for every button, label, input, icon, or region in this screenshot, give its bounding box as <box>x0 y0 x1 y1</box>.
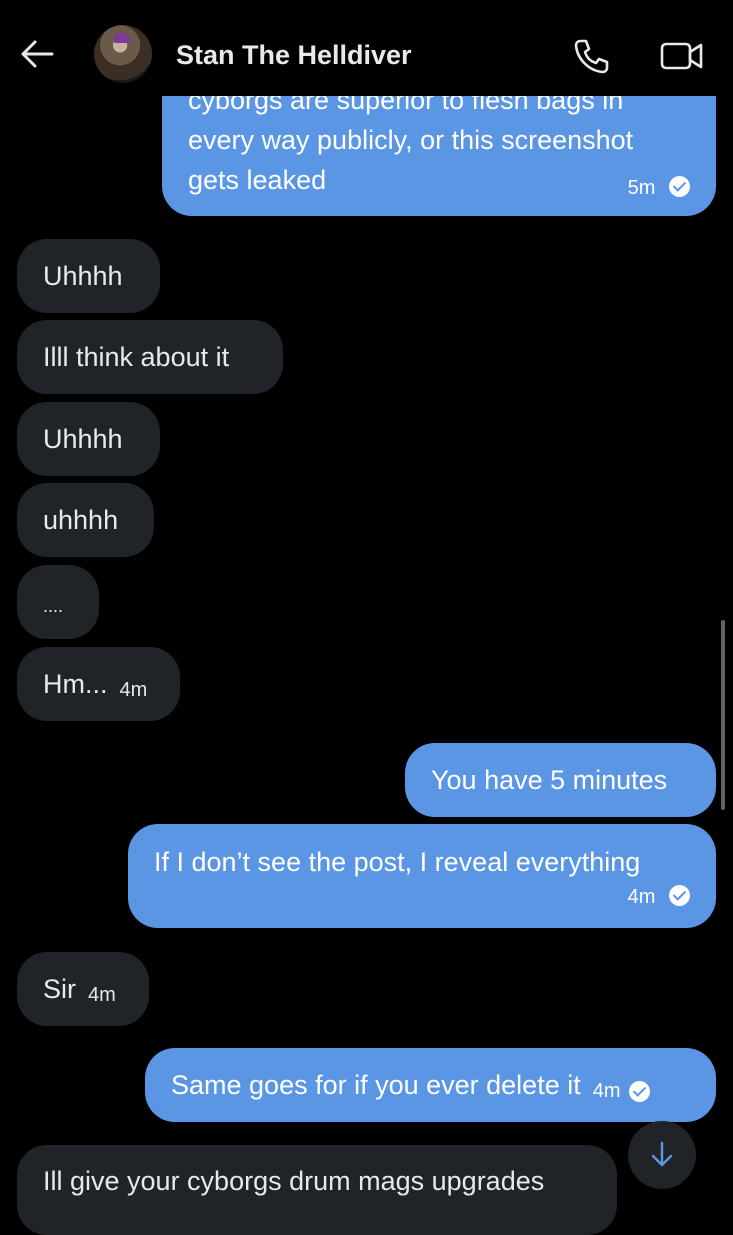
read-receipt-check-icon <box>669 885 690 906</box>
read-receipt-check-icon <box>669 176 690 197</box>
call-button[interactable] <box>572 37 610 75</box>
message-bubble-incoming[interactable]: Hm... 4m <box>17 647 180 721</box>
arrow-down-icon <box>651 1141 673 1167</box>
message-timestamp: 4m <box>88 984 116 1006</box>
message-timestamp: 5m <box>627 177 656 199</box>
message-text: Same goes for if you ever delete it <box>171 1070 581 1100</box>
arrow-left-icon <box>21 40 54 68</box>
scroll-to-bottom-button[interactable] <box>628 1121 696 1189</box>
message-text: If I don’t see the post, I reveal everyt… <box>154 847 641 877</box>
message-text: You have 5 minutes <box>431 765 668 795</box>
message-text: Hm... <box>43 669 108 699</box>
message-text: gets leaked <box>188 165 327 195</box>
message-bubble-incoming[interactable]: Ill give your cyborgs drum mags upgrades <box>17 1145 617 1235</box>
message-bubble-outgoing[interactable]: Same goes for if you ever delete it 4m <box>145 1048 716 1122</box>
scrollbar-thumb[interactable] <box>721 620 725 810</box>
message-bubble-incoming[interactable]: uhhhh <box>17 483 154 557</box>
message-bubble-outgoing[interactable]: If I don’t see the post, I reveal everyt… <box>128 824 716 928</box>
message-text: .... <box>43 596 64 616</box>
message-bubble-incoming[interactable]: .... <box>17 565 99 639</box>
message-bubble-incoming[interactable]: Sir 4m <box>17 952 149 1026</box>
avatar[interactable] <box>94 25 152 83</box>
message-bubble-incoming[interactable]: Uhhhh <box>17 402 160 476</box>
message-bubble-incoming[interactable]: Uhhhh <box>17 239 160 313</box>
message-text: Sir <box>43 974 76 1004</box>
message-timestamp: 4m <box>119 679 148 701</box>
message-text: uhhhh <box>43 505 119 535</box>
message-text: Illl think about it <box>43 342 230 372</box>
message-text: Uhhhh <box>43 424 123 454</box>
message-timestamp: 4m <box>627 886 656 908</box>
message-text: Ill give your cyborgs drum mags upgrades <box>43 1166 545 1196</box>
video-camera-icon <box>660 42 703 70</box>
message-text: Uhhhh <box>43 261 123 291</box>
phone-icon <box>574 39 609 74</box>
conversation-header: Stan The Helldiver <box>0 0 733 96</box>
message-bubble-incoming[interactable]: Illl think about it <box>17 320 283 394</box>
message-timestamp: 4m <box>592 1080 621 1102</box>
message-bubble-outgoing[interactable]: You have 5 minutes <box>405 743 716 817</box>
read-receipt-check-icon <box>628 1080 650 1102</box>
contact-name[interactable]: Stan The Helldiver <box>176 40 412 71</box>
video-call-button[interactable] <box>660 38 704 72</box>
message-text: every way publicly, or this screenshot <box>188 125 634 155</box>
back-button[interactable] <box>18 30 58 70</box>
